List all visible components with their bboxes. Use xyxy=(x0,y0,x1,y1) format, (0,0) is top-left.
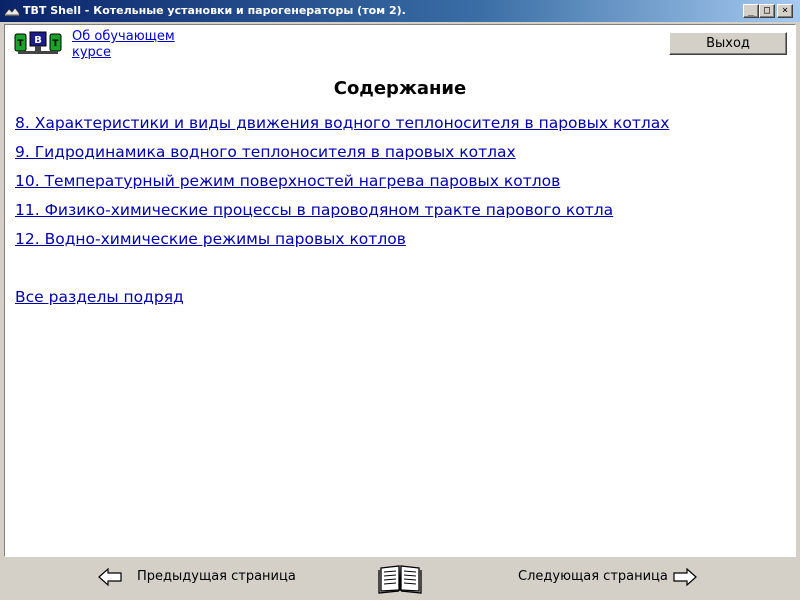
book-icon[interactable] xyxy=(378,562,422,594)
arrow-right-icon[interactable] xyxy=(673,568,697,586)
toc-item-9[interactable]: 9. Гидродинамика водного теплоносителя в… xyxy=(15,143,516,161)
app-icon xyxy=(4,7,20,17)
exit-button[interactable]: Выход xyxy=(669,32,787,55)
svg-text:B: B xyxy=(34,35,42,46)
close-button[interactable]: × xyxy=(777,4,793,18)
svg-text:T: T xyxy=(52,39,59,49)
page-title: Содержание xyxy=(333,78,467,99)
toc-item-12[interactable]: 12. Водно-химические режимы паровых котл… xyxy=(15,230,406,248)
arrow-left-icon[interactable] xyxy=(98,568,122,586)
svg-text:T: T xyxy=(17,39,24,49)
maximize-button[interactable]: □ xyxy=(759,4,775,18)
all-sections-link[interactable]: Все разделы подряд xyxy=(15,288,184,306)
toc-item-11[interactable]: 11. Физико-химические процессы в паровод… xyxy=(15,201,613,219)
content-panel: B T T Об обучающем курсе Выход Содержани… xyxy=(4,24,796,557)
tbt-logo-icon: B T T xyxy=(14,31,62,54)
toc-item-10[interactable]: 10. Температурный режим поверхностей наг… xyxy=(15,172,560,190)
window-title: TBT Shell - Котельные установки и пароге… xyxy=(23,4,406,17)
minimize-button[interactable]: _ xyxy=(743,4,759,18)
about-course-link[interactable]: Об обучающем курсе xyxy=(72,29,192,61)
title-bar[interactable]: TBT Shell - Котельные установки и пароге… xyxy=(0,0,800,22)
prev-page-link[interactable]: Предыдущая страница xyxy=(137,569,296,584)
next-page-link[interactable]: Следующая страница xyxy=(518,569,668,584)
toc-item-8[interactable]: 8. Характеристики и виды движения водног… xyxy=(15,114,669,132)
